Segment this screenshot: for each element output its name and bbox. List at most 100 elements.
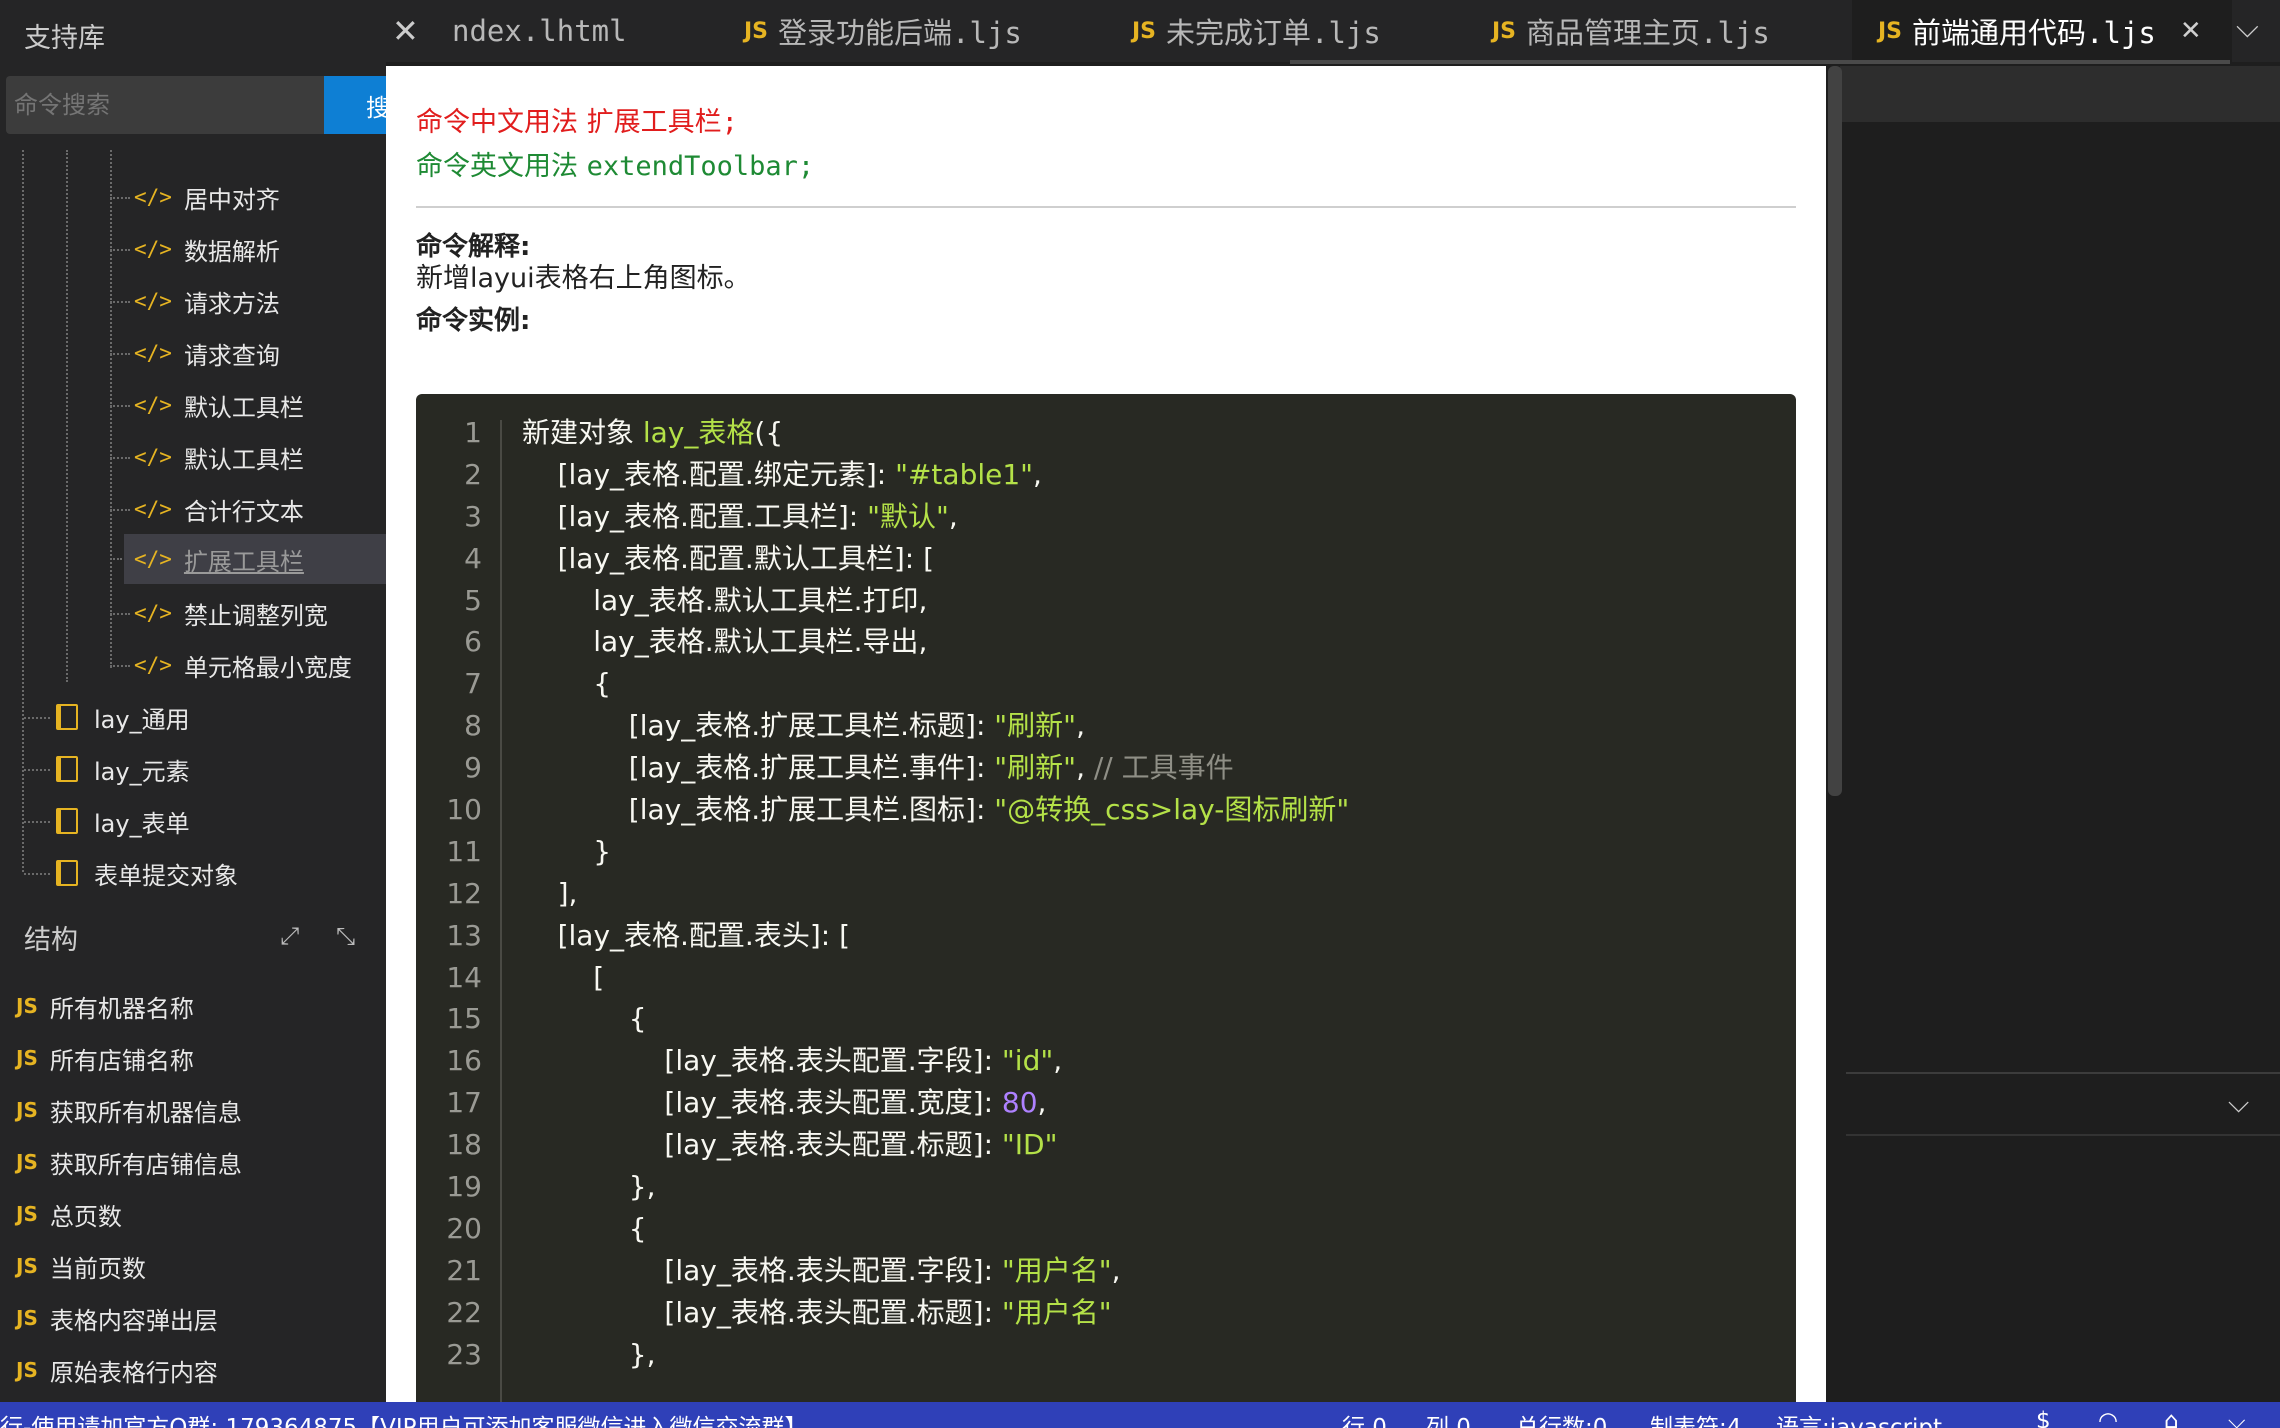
- code-token: [lay_表格.表头配置.标题]:: [522, 1295, 1002, 1329]
- tree-item-label: 默认工具栏: [183, 393, 304, 422]
- tree-item-selected[interactable]: </> 扩展工具栏: [110, 534, 386, 584]
- example-title: 命令实例:: [416, 306, 531, 336]
- js-file-icon: JS: [744, 18, 769, 44]
- structure-item-label: 表格内容弹出层: [49, 1306, 218, 1335]
- code-tag-icon: </>: [134, 601, 172, 625]
- tab-scrollbar[interactable]: [1290, 60, 2230, 64]
- code-token: 新建对象: [522, 416, 643, 449]
- tree-item[interactable]: </> 默认工具栏: [110, 383, 304, 427]
- line-number: 15: [446, 1002, 482, 1036]
- tab-index[interactable]: ndex.lhtml: [452, 0, 702, 62]
- chevron-down-icon[interactable]: ⌵: [2228, 1408, 2245, 1428]
- tree-group[interactable]: lay_表单: [24, 799, 190, 843]
- status-bar: 行-使用请加官方Q群: 179364875【VIP用户可添加客服微信进入微信交流…: [0, 1402, 2280, 1428]
- panel-divider: [1846, 1134, 2280, 1136]
- dollar-icon[interactable]: $: [2036, 1408, 2051, 1428]
- chevron-down-icon[interactable]: ⌵: [2236, 10, 2259, 45]
- line-number: 12: [446, 876, 482, 910]
- close-panel-icon[interactable]: ✕: [392, 12, 419, 50]
- tab-close-icon[interactable]: ✕: [2180, 16, 2202, 46]
- tree-item[interactable]: </> 合计行文本: [110, 487, 304, 531]
- js-file-icon: JS: [16, 1046, 38, 1070]
- code-token: ,: [1053, 1044, 1063, 1078]
- code-line: },: [522, 1170, 656, 1204]
- line-number: 23: [446, 1337, 482, 1371]
- english-usage-label: 命令英文用法: [416, 151, 578, 182]
- tab-login-backend[interactable]: JS 登录功能后端.ljs: [744, 0, 1094, 62]
- chevron-down-icon[interactable]: ⌵: [2228, 1086, 2249, 1120]
- structure-item[interactable]: JS 获取所有机器信息: [0, 1084, 386, 1136]
- tree-item-label: 合计行文本: [183, 497, 304, 526]
- structure-item[interactable]: JS 总页数: [0, 1188, 386, 1240]
- tree-group[interactable]: lay_通用: [24, 695, 190, 739]
- editor-area: [1840, 66, 2280, 1402]
- code-line: {: [522, 1211, 647, 1245]
- command-search-box: 搜: [6, 76, 386, 134]
- js-file-icon: JS: [16, 1098, 38, 1122]
- status-language[interactable]: 语言:javascript: [1776, 1408, 1942, 1428]
- structure-item[interactable]: JS 所有店铺名称: [0, 1032, 386, 1084]
- status-row: 行 0: [1342, 1415, 1387, 1428]
- line-number: 2: [464, 457, 482, 491]
- doc-scrollbar[interactable]: [1828, 66, 1842, 796]
- bell-icon[interactable]: ◠: [2098, 1408, 2118, 1428]
- search-button[interactable]: 搜: [324, 76, 386, 134]
- line-number: 10: [446, 793, 482, 827]
- code-token: [lay_表格.扩展工具栏.事件]:: [522, 751, 995, 785]
- code-line: [lay_表格.表头配置.字段]: "用户名",: [522, 1250, 1349, 1292]
- line-number: 9: [464, 751, 482, 785]
- structure-item[interactable]: JS 所有机器名称: [0, 980, 386, 1032]
- code-token: "刷新": [994, 751, 1077, 785]
- js-file-icon: JS: [16, 1150, 38, 1174]
- code-line: [lay_表格.表头配置.字段]: "id",: [522, 1040, 1349, 1082]
- code-line: }: [522, 834, 612, 868]
- tree-item[interactable]: </> 默认工具栏: [110, 435, 304, 479]
- tree-item[interactable]: </> 请求方法: [110, 279, 280, 323]
- code-line: ],: [522, 876, 578, 910]
- tree-item[interactable]: </> 数据解析: [110, 227, 280, 271]
- structure-item[interactable]: JS 表格内容弹出层: [0, 1292, 386, 1344]
- code-tag-icon: </>: [134, 547, 172, 571]
- tree-group[interactable]: lay_元素: [24, 747, 190, 791]
- code-line: lay_表格.默认工具栏.打印,: [522, 583, 928, 617]
- tree-item-label: 单元格最小宽度: [183, 653, 352, 682]
- tree-group-label: lay_通用: [94, 705, 190, 734]
- english-usage-value: extendToolbar;: [586, 151, 815, 182]
- tree-item[interactable]: </> 请求查询: [110, 331, 280, 375]
- tree-item[interactable]: </> 单元格最小宽度: [110, 643, 352, 687]
- structure-item[interactable]: JS 当前页数: [0, 1240, 386, 1292]
- chinese-usage-label: 命令中文用法: [416, 107, 578, 138]
- structure-item-label: 总页数: [49, 1202, 122, 1231]
- status-total-lines: 总行数:0: [1516, 1415, 1608, 1428]
- tree-item-label: 数据解析: [183, 237, 280, 266]
- tree-group[interactable]: 表单提交对象: [24, 851, 238, 895]
- code-token: [lay_表格.表头配置.标题]:: [522, 1128, 1002, 1162]
- collapse-all-icon[interactable]: ⤡: [336, 922, 355, 950]
- structure-item-label: 当前页数: [49, 1254, 146, 1283]
- line-number: 17: [446, 1086, 482, 1120]
- tree-item[interactable]: </> 居中对齐: [110, 175, 280, 219]
- status-message: 行-使用请加官方Q群: 179364875【VIP用户可添加客服微信进入微信交流…: [0, 1415, 808, 1428]
- status-col: 列 0: [1426, 1415, 1471, 1428]
- structure-item[interactable]: JS 原始表格行内容: [0, 1344, 386, 1396]
- sidebar-title: 支持库: [24, 23, 105, 54]
- line-number: 1: [464, 416, 482, 449]
- line-number: 14: [446, 960, 482, 994]
- tab-product-management[interactable]: JS 商品管理主页.ljs: [1492, 0, 1832, 62]
- code-line: [lay_表格.配置.表头]: [: [522, 918, 851, 952]
- expand-all-icon[interactable]: ⤢: [280, 922, 299, 950]
- tab-pending-orders[interactable]: JS 未完成订单.ljs: [1132, 0, 1472, 62]
- command-search-input[interactable]: [14, 90, 314, 120]
- tab-common-frontend[interactable]: JS 前端通用代码.ljs ✕: [1852, 0, 2232, 62]
- code-line: [lay_表格.表头配置.宽度]: 80,: [522, 1082, 1349, 1124]
- tab-label: 登录功能后端.ljs: [778, 16, 1022, 50]
- unlock-icon[interactable]: ⌂: [2164, 1408, 2179, 1428]
- code-token: "#table1": [895, 457, 1034, 491]
- tab-label: ndex.lhtml: [452, 14, 627, 48]
- tree-item-label: 居中对齐: [183, 185, 280, 214]
- tree-item[interactable]: </> 禁止调整列宽: [110, 591, 328, 635]
- code-tag-icon: </>: [134, 341, 172, 365]
- structure-item[interactable]: JS 获取所有店铺信息: [0, 1136, 386, 1188]
- code-line: [lay_表格.配置.默认工具栏]: [: [522, 541, 935, 575]
- code-token: "刷新": [994, 709, 1077, 743]
